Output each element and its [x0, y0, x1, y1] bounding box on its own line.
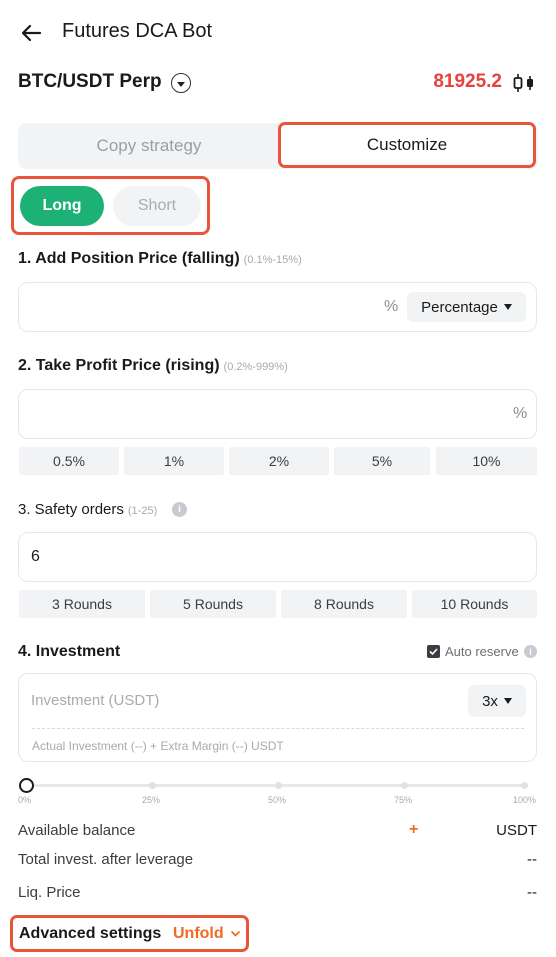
safety-orders-label: 3. Safety orders (1-25): [18, 501, 158, 518]
tick-label: 100%: [513, 795, 537, 805]
tab-copy-strategy[interactable]: Copy strategy: [18, 123, 280, 169]
tp-preset-2[interactable]: 2%: [229, 447, 329, 475]
leverage-select[interactable]: 3x: [468, 685, 526, 717]
info-icon[interactable]: i: [172, 502, 187, 517]
liq-price-value: --: [527, 884, 537, 901]
price-mode-select[interactable]: Percentage: [407, 292, 526, 322]
auto-reserve-checkbox[interactable]: [427, 645, 440, 658]
tp-preset-5[interactable]: 5%: [334, 447, 430, 475]
add-funds-icon[interactable]: +: [409, 821, 418, 839]
long-button[interactable]: Long: [20, 186, 104, 226]
rounds-preset-3[interactable]: 3 Rounds: [19, 590, 145, 618]
last-price: 81925.2: [433, 71, 502, 92]
investment-slider-handle[interactable]: [19, 778, 34, 793]
slider-step-25[interactable]: [149, 782, 156, 789]
tick-label: 25%: [142, 795, 161, 805]
rounds-preset-8[interactable]: 8 Rounds: [281, 590, 407, 618]
slider-step-75[interactable]: [401, 782, 408, 789]
tick-label: 0%: [18, 795, 32, 805]
unfold-toggle[interactable]: Unfold: [173, 925, 241, 943]
total-invest-label: Total invest. after leverage: [18, 851, 194, 868]
investment-placeholder: Investment (USDT): [31, 692, 160, 709]
take-profit-input[interactable]: [18, 389, 537, 439]
add-position-unit: %: [384, 298, 399, 315]
slider-step-50[interactable]: [275, 782, 282, 789]
trading-pair[interactable]: BTC/USDT Perp: [18, 71, 162, 93]
investment-label: 4. Investment: [18, 643, 121, 660]
checkmark-icon: [429, 648, 438, 656]
safety-orders-value: 6: [31, 548, 40, 565]
auto-reserve-info-icon[interactable]: i: [524, 645, 537, 658]
page-title: Futures DCA Bot: [62, 20, 213, 42]
tp-preset-10[interactable]: 10%: [436, 447, 537, 475]
short-button[interactable]: Short: [113, 186, 201, 226]
advanced-settings-label: Advanced settings: [19, 925, 162, 942]
add-position-label: 1. Add Position Price (falling) (0.1%-15%…: [18, 250, 302, 267]
available-balance-unit: USDT: [496, 822, 537, 839]
auto-reserve-label: Auto reserve: [445, 644, 519, 659]
pair-dropdown-icon[interactable]: [171, 73, 191, 93]
rounds-preset-10[interactable]: 10 Rounds: [412, 590, 537, 618]
take-profit-label: 2. Take Profit Price (rising) (0.2%-999%): [18, 357, 288, 374]
dropdown-triangle-icon: [503, 698, 512, 704]
slider-step-100[interactable]: [521, 782, 528, 789]
available-balance-label: Available balance: [18, 822, 136, 839]
divider: [32, 728, 524, 729]
candlestick-chart-icon[interactable]: [512, 72, 538, 94]
tab-customize[interactable]: Customize: [278, 122, 536, 168]
actual-investment-note: Actual Investment (--) + Extra Margin (-…: [32, 739, 284, 753]
tp-preset-1[interactable]: 1%: [124, 447, 224, 475]
chevron-down-icon: [230, 930, 241, 937]
tick-label: 50%: [268, 795, 287, 805]
total-invest-value: --: [527, 851, 537, 868]
back-arrow-icon[interactable]: [20, 22, 42, 44]
tp-preset-0.5[interactable]: 0.5%: [19, 447, 119, 475]
liq-price-label: Liq. Price: [18, 884, 81, 901]
rounds-preset-5[interactable]: 5 Rounds: [150, 590, 276, 618]
safety-orders-input[interactable]: [18, 532, 537, 582]
tick-label: 75%: [394, 795, 413, 805]
take-profit-unit: %: [513, 405, 528, 422]
dropdown-triangle-icon: [503, 304, 512, 310]
